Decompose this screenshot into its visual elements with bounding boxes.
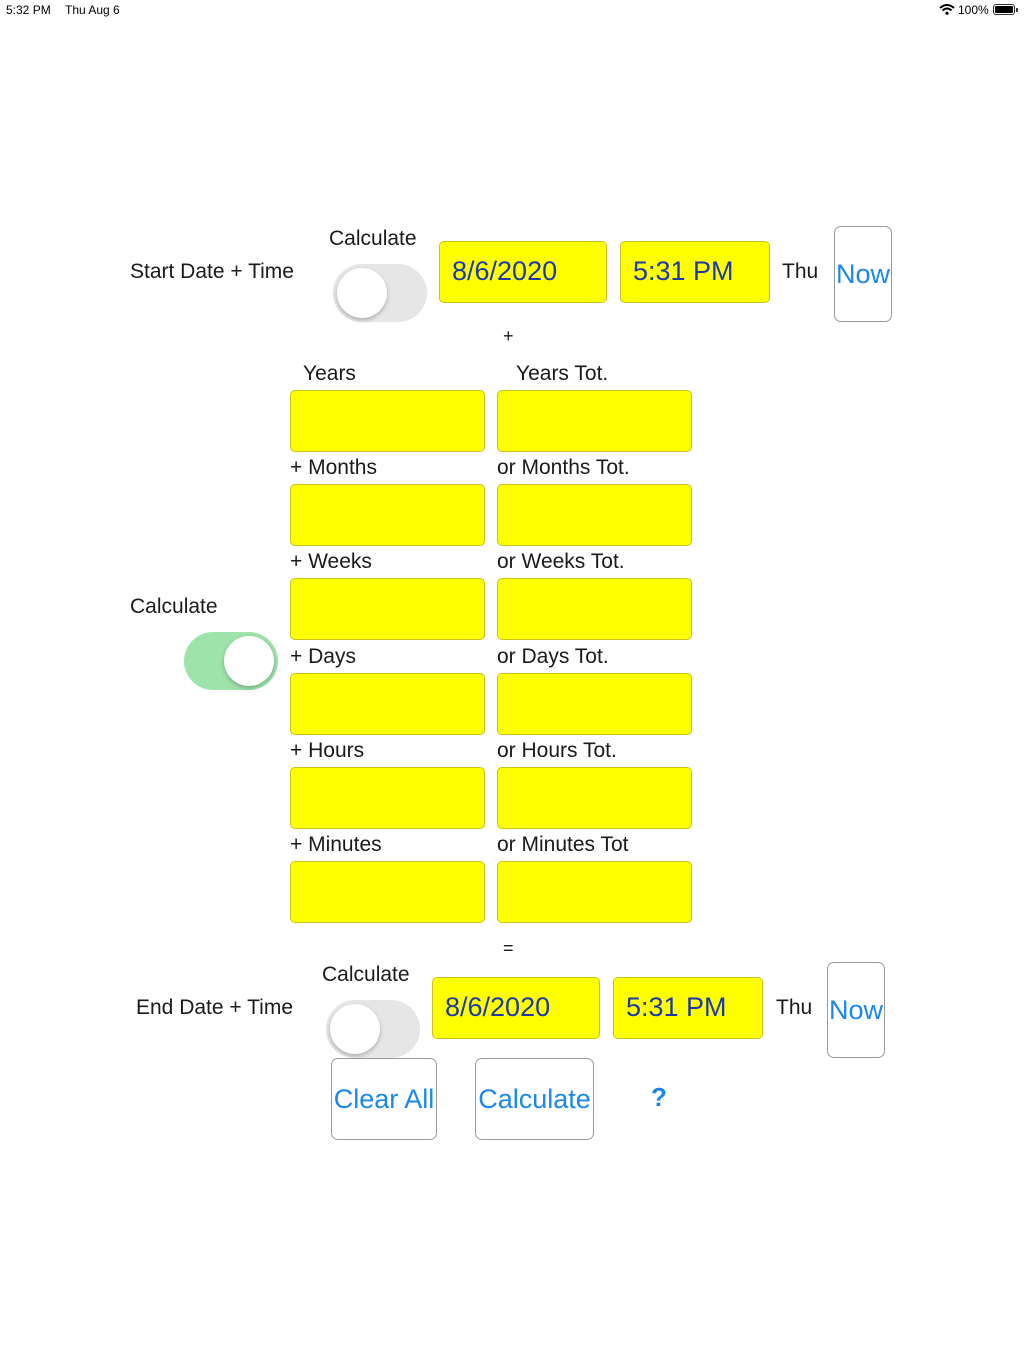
- status-date: Thu Aug 6: [65, 3, 120, 17]
- days-total-label: or Days Tot.: [497, 645, 609, 668]
- end-now-button[interactable]: Now: [827, 962, 885, 1058]
- months-label: + Months: [290, 456, 377, 479]
- days-label: + Days: [290, 645, 356, 668]
- toggle-knob: [330, 1004, 380, 1054]
- hours-label: + Hours: [290, 739, 365, 762]
- hours-field[interactable]: [290, 767, 485, 829]
- years-label: Years: [303, 362, 356, 385]
- end-date-field[interactable]: 8/6/2020: [432, 977, 600, 1039]
- battery-percent: 100%: [958, 3, 989, 17]
- calculate-button[interactable]: Calculate: [475, 1058, 594, 1140]
- years-field[interactable]: [290, 390, 485, 452]
- weeks-label: + Weeks: [290, 550, 372, 573]
- weeks-total-field[interactable]: [497, 578, 692, 640]
- middle-calculate-toggle[interactable]: [184, 632, 278, 690]
- end-calculate-label: Calculate: [322, 963, 410, 986]
- clear-all-button[interactable]: Clear All: [331, 1058, 437, 1140]
- start-now-button[interactable]: Now: [834, 226, 892, 322]
- toggle-knob: [224, 636, 274, 686]
- end-time-field[interactable]: 5:31 PM: [613, 977, 763, 1039]
- start-calculate-label: Calculate: [329, 227, 417, 250]
- plus-sign: +: [503, 326, 514, 346]
- wifi-icon: [939, 4, 955, 15]
- minutes-total-label: or Minutes Tot: [497, 833, 629, 856]
- start-calculate-toggle[interactable]: [333, 264, 427, 322]
- months-total-field[interactable]: [497, 484, 692, 546]
- start-weekday: Thu: [782, 260, 819, 283]
- hours-total-field[interactable]: [497, 767, 692, 829]
- end-calculate-toggle[interactable]: [326, 1000, 420, 1058]
- hours-total-label: or Hours Tot.: [497, 739, 617, 762]
- years-total-label: Years Tot.: [516, 362, 609, 385]
- weeks-total-label: or Weeks Tot.: [497, 550, 625, 573]
- months-field[interactable]: [290, 484, 485, 546]
- status-time: 5:32 PM: [6, 3, 51, 17]
- end-date-time-label: End Date + Time: [136, 996, 293, 1019]
- years-total-field[interactable]: [497, 390, 692, 452]
- start-date-field[interactable]: 8/6/2020: [439, 241, 607, 303]
- months-total-label: or Months Tot.: [497, 456, 630, 479]
- equals-sign: =: [503, 938, 514, 958]
- battery-icon: [993, 4, 1018, 15]
- toggle-knob: [337, 268, 387, 318]
- end-weekday: Thu: [776, 996, 813, 1019]
- start-date-time-label: Start Date + Time: [130, 260, 294, 283]
- minutes-label: + Minutes: [290, 833, 382, 856]
- days-total-field[interactable]: [497, 673, 692, 735]
- battery-fill: [995, 6, 1013, 13]
- middle-calculate-label: Calculate: [130, 595, 218, 618]
- days-field[interactable]: [290, 673, 485, 735]
- minutes-field[interactable]: [290, 861, 485, 923]
- weeks-field[interactable]: [290, 578, 485, 640]
- help-button[interactable]: ?: [651, 1082, 667, 1113]
- start-time-field[interactable]: 5:31 PM: [620, 241, 770, 303]
- minutes-total-field[interactable]: [497, 861, 692, 923]
